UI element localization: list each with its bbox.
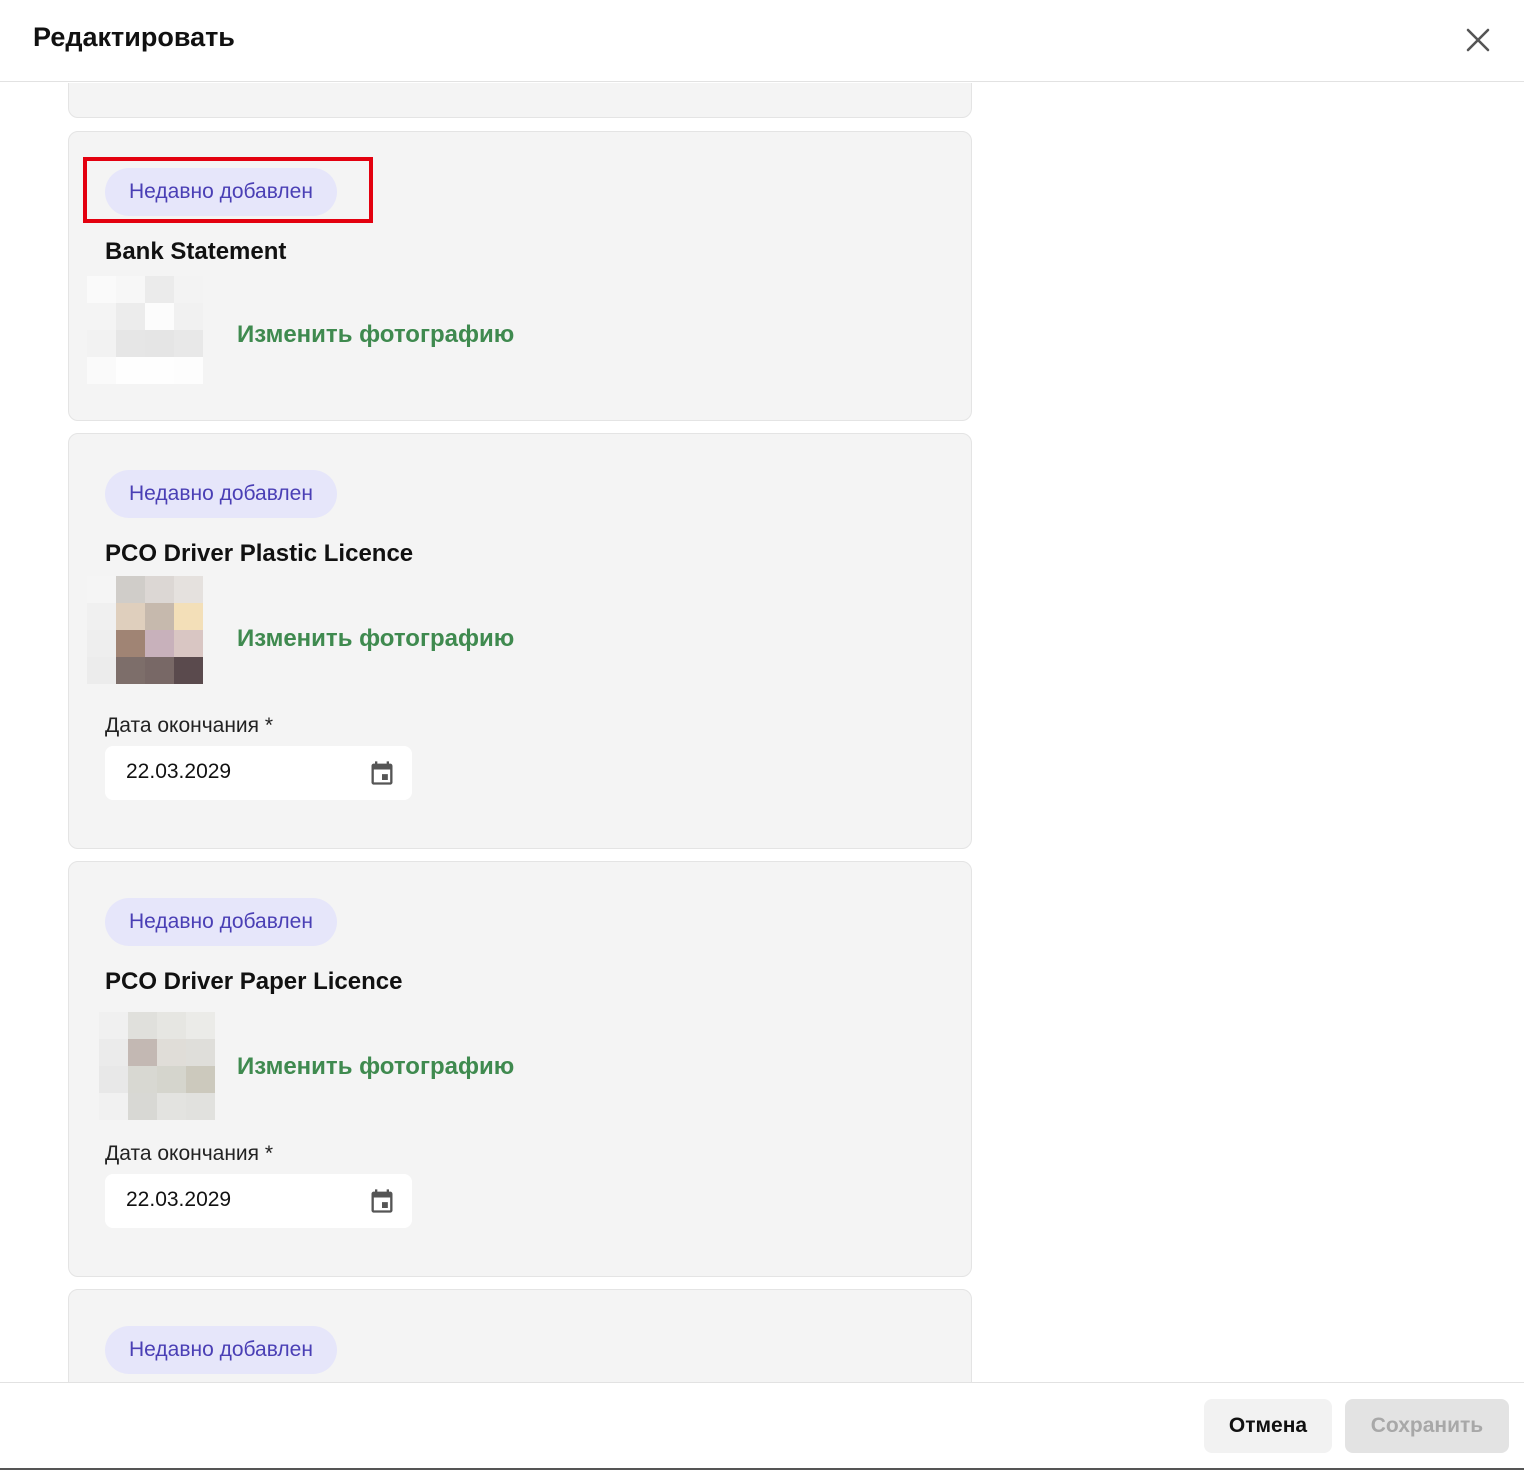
document-thumbnail[interactable] — [87, 576, 203, 684]
thumbnail-pixel — [145, 357, 174, 384]
thumbnail-pixel — [116, 603, 145, 630]
recently-added-badge: Недавно добавлен — [105, 898, 337, 946]
thumbnail-pixel — [116, 630, 145, 657]
thumbnail-pixel — [145, 657, 174, 684]
calendar-icon[interactable] — [368, 1187, 396, 1215]
thumbnail-pixel — [87, 657, 116, 684]
expiry-date-value: 22.03.2029 — [126, 760, 232, 783]
thumbnail-pixel — [174, 576, 203, 603]
thumbnail-pixel — [116, 657, 145, 684]
dialog-header: Редактировать — [0, 0, 1524, 82]
thumbnail-pixel — [99, 1093, 128, 1120]
recently-added-badge: Недавно добавлен — [105, 1326, 337, 1374]
thumbnail-pixel — [87, 276, 116, 303]
recently-added-badge: Недавно добавлен — [105, 168, 337, 216]
document-thumbnail[interactable] — [87, 276, 203, 384]
expiry-date-label: Дата окончания * — [105, 1142, 274, 1165]
document-title: PCO Driver Plastic Licence — [105, 540, 414, 567]
thumbnail-pixel — [174, 357, 203, 384]
thumbnail-pixel — [87, 630, 116, 657]
thumbnail-pixel — [99, 1039, 128, 1066]
thumbnail-pixel — [186, 1039, 215, 1066]
thumbnail-pixel — [145, 276, 174, 303]
thumbnail-pixel — [174, 603, 203, 630]
thumbnail-pixel — [174, 657, 203, 684]
dialog-title: Редактировать — [33, 22, 235, 52]
thumbnail-pixel — [128, 1012, 157, 1039]
thumbnail-pixel — [157, 1093, 186, 1120]
thumbnail-pixel — [116, 303, 145, 330]
cancel-button[interactable]: Отмена — [1204, 1399, 1332, 1453]
change-photo-link[interactable]: Изменить фотографию — [237, 625, 514, 653]
save-button[interactable]: Сохранить — [1345, 1399, 1509, 1453]
dialog-content[interactable]: Недавно добавлен Bank Statement Изменить… — [0, 83, 1524, 1382]
thumbnail-pixel — [128, 1039, 157, 1066]
thumbnail-pixel — [145, 330, 174, 357]
thumbnail-pixel — [99, 1066, 128, 1093]
expiry-date-input[interactable]: 22.03.2029 — [105, 1174, 412, 1228]
thumbnail-pixel — [174, 630, 203, 657]
thumbnail-pixel — [145, 303, 174, 330]
thumbnail-pixel — [174, 303, 203, 330]
document-thumbnail[interactable] — [99, 1012, 215, 1120]
thumbnail-pixel — [116, 576, 145, 603]
thumbnail-pixel — [87, 603, 116, 630]
thumbnail-pixel — [87, 330, 116, 357]
dialog-footer: Отмена Сохранить — [0, 1382, 1524, 1470]
recently-added-badge: Недавно добавлен — [105, 470, 337, 518]
thumbnail-pixel — [116, 276, 145, 303]
expiry-date-value: 22.03.2029 — [126, 1188, 232, 1211]
change-photo-link[interactable]: Изменить фотографию — [237, 321, 514, 349]
close-icon — [1466, 28, 1490, 52]
change-photo-link[interactable]: Изменить фотографию — [237, 1053, 514, 1081]
thumbnail-pixel — [186, 1012, 215, 1039]
thumbnail-pixel — [145, 576, 174, 603]
document-card: Недавно добавлен Bank Statement Изменить… — [68, 131, 972, 421]
thumbnail-pixel — [128, 1066, 157, 1093]
document-title: Bank Statement — [105, 238, 287, 265]
thumbnail-pixel — [157, 1012, 186, 1039]
document-card: Недавно добавлен PCO Driver Plastic Lice… — [68, 433, 972, 849]
thumbnail-pixel — [128, 1093, 157, 1120]
thumbnail-pixel — [145, 630, 174, 657]
document-card: Недавно добавлен — [68, 1289, 972, 1382]
calendar-icon[interactable] — [368, 759, 396, 787]
expiry-date-label: Дата окончания * — [105, 714, 274, 737]
thumbnail-pixel — [87, 303, 116, 330]
expiry-date-input[interactable]: 22.03.2029 — [105, 746, 412, 800]
thumbnail-pixel — [116, 357, 145, 384]
thumbnail-pixel — [186, 1066, 215, 1093]
document-card-partial-top — [68, 83, 972, 118]
thumbnail-pixel — [99, 1012, 128, 1039]
thumbnail-pixel — [186, 1093, 215, 1120]
thumbnail-pixel — [157, 1066, 186, 1093]
close-button[interactable] — [1458, 20, 1498, 60]
thumbnail-pixel — [145, 603, 174, 630]
thumbnail-pixel — [116, 330, 145, 357]
thumbnail-pixel — [87, 576, 116, 603]
document-title: PCO Driver Paper Licence — [105, 968, 403, 995]
thumbnail-pixel — [87, 357, 116, 384]
document-card: Недавно добавлен PCO Driver Paper Licenc… — [68, 861, 972, 1277]
thumbnail-pixel — [174, 276, 203, 303]
thumbnail-pixel — [157, 1039, 186, 1066]
thumbnail-pixel — [174, 330, 203, 357]
